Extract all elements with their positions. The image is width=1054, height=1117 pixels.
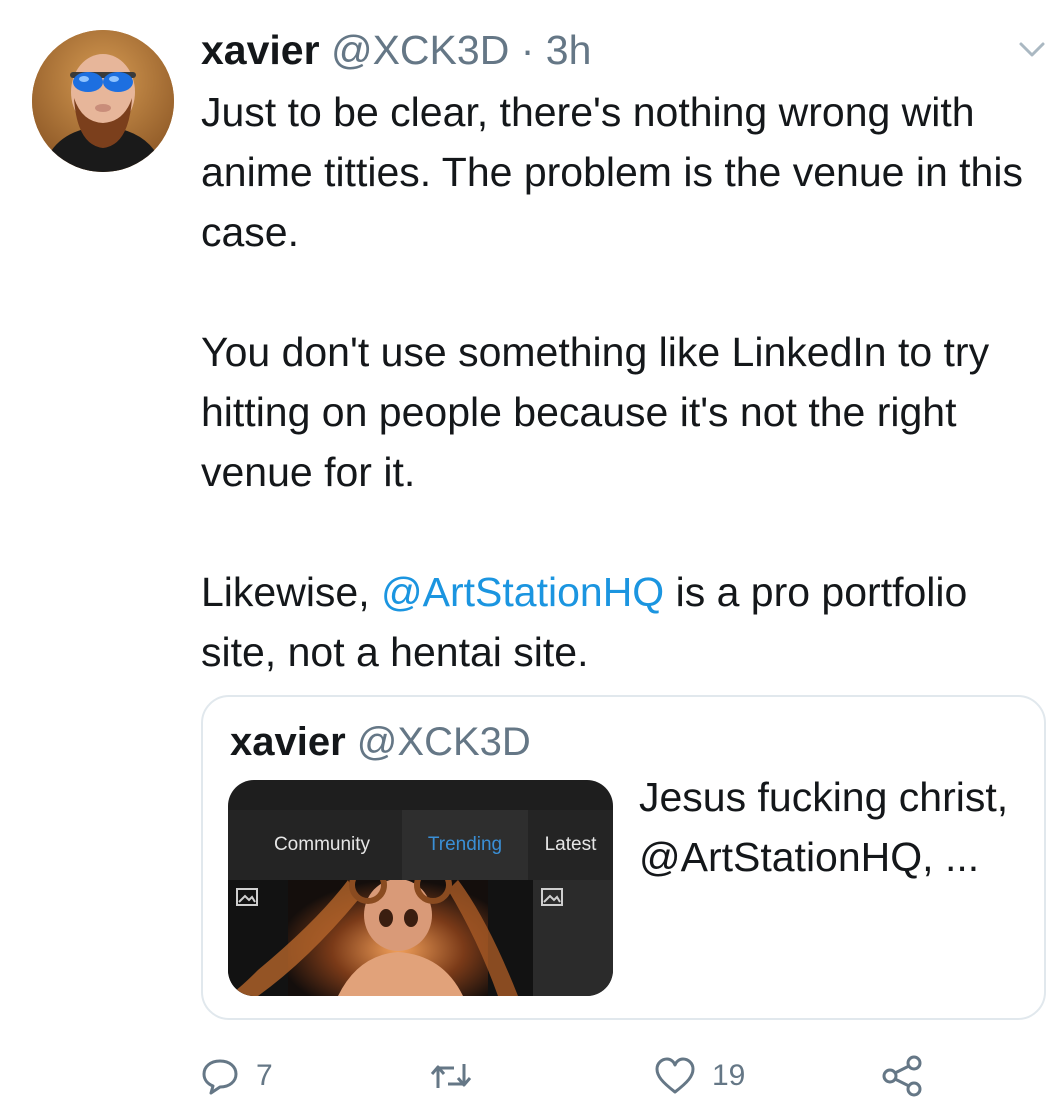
tab-latest: Latest: [544, 834, 597, 855]
artwork-image: [228, 880, 533, 996]
reply-button[interactable]: 7: [200, 1050, 273, 1102]
share-button[interactable]: [880, 1050, 924, 1102]
retweet-button[interactable]: [428, 1050, 490, 1102]
tweet-header: xavier @XCK3D · 3h: [201, 24, 591, 76]
tweet-paragraph: Likewise, @ArtStationHQ is a pro portfol…: [201, 562, 1031, 682]
quote-media-thumbnail[interactable]: Community Trending Latest: [228, 780, 613, 996]
separator-dot: ·: [520, 27, 535, 73]
image-icon: [236, 888, 258, 906]
mention-link[interactable]: @ArtStationHQ: [381, 569, 664, 615]
like-button[interactable]: 19: [654, 1050, 745, 1102]
reply-count: 7: [256, 1059, 273, 1092]
retweet-icon: [430, 1064, 472, 1088]
tweet-paragraph: You don't use something like LinkedIn to…: [201, 329, 990, 495]
quote-text: Jesus fucking christ, @ArtStationHQ, ...: [639, 774, 1009, 880]
action-bar: 7 19: [0, 1050, 1054, 1102]
display-name[interactable]: xavier: [201, 27, 320, 73]
artstation-nav-bar: Community Trending Latest: [228, 810, 613, 880]
tweet-text-span: Likewise,: [201, 569, 370, 615]
avatar[interactable]: [32, 30, 174, 172]
user-handle[interactable]: @XCK3D: [331, 27, 509, 73]
reply-icon: [202, 1059, 238, 1095]
share-icon: [882, 1055, 922, 1097]
tab-community: Community: [273, 834, 371, 855]
timestamp[interactable]: 3h: [546, 27, 592, 73]
quoted-tweet-card[interactable]: xavier @XCK3D Community Trending Latest: [201, 695, 1046, 1020]
like-icon: [655, 1057, 695, 1094]
chevron-down-icon[interactable]: [1018, 40, 1046, 60]
tweet-text: Just to be clear, there's nothing wrong …: [201, 82, 1031, 682]
like-count: 19: [712, 1059, 746, 1092]
image-icon: [541, 888, 563, 906]
tweet-paragraph: Just to be clear, there's nothing wrong …: [201, 89, 1023, 255]
tab-trending: Trending: [402, 810, 528, 880]
quote-display-name: xavier: [230, 720, 346, 764]
quote-header: xavier @XCK3D: [230, 717, 531, 767]
quote-handle: @XCK3D: [356, 720, 531, 764]
